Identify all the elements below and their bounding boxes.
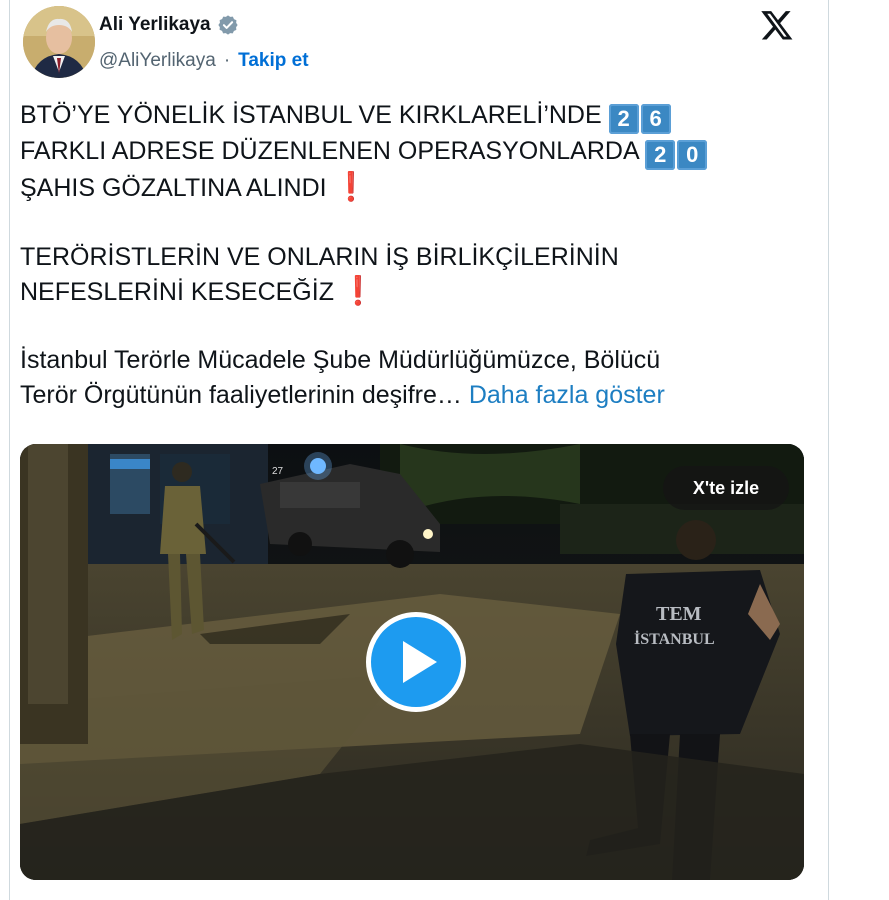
handle-row: @AliYerlikaya · Takip et	[99, 50, 309, 72]
vest-text-istanbul: İSTANBUL	[634, 629, 715, 648]
exclamation-icon: ❗	[340, 274, 376, 306]
author-name[interactable]: Ali Yerlikaya	[99, 14, 211, 36]
follow-button[interactable]: Takip et	[238, 50, 308, 72]
tweet-line-1: BTÖ’YE YÖNELİK İSTANBUL VE KIRKLARELİ’ND…	[20, 101, 602, 129]
vehicle-number: 27	[272, 466, 284, 477]
author-name-row: Ali Yerlikaya	[99, 14, 239, 36]
x-logo-icon[interactable]	[760, 8, 794, 42]
tweet-paragraph-line-2: Terör Örgütünün faaliyetlerinin deşifre…	[20, 380, 462, 409]
tweet-line-2: FARKLI ADRESE DÜZENLENEN OPERASYONLARDA	[20, 137, 639, 165]
tweet-line-4: TERÖRİSTLERİN VE ONLARIN İŞ BİRLİKÇİLERİ…	[20, 242, 619, 271]
play-icon	[403, 641, 437, 683]
separator-dot: ·	[223, 50, 231, 71]
tweet-line-5: NEFESLERİNİ KESECEĞİZ	[20, 277, 334, 306]
video-player[interactable]: 27 TEM İSTANBUL X'te izle	[20, 444, 804, 880]
play-button[interactable]	[366, 612, 466, 712]
watch-on-x-button[interactable]: X'te izle	[663, 466, 789, 510]
author-handle[interactable]: @AliYerlikaya	[99, 50, 216, 72]
tweet-paragraph-line-1: İstanbul Terörle Mücadele Şube Müdürlüğü…	[20, 346, 661, 375]
show-more-link[interactable]: Daha fazla göster	[469, 381, 665, 409]
tweet-line-3: ŞAHIS GÖZALTINA ALINDI	[20, 174, 327, 202]
keycap-digit: 2	[608, 104, 639, 134]
verified-badge-icon	[218, 15, 238, 35]
keycap-digit: 0	[677, 140, 708, 170]
vest-text-tem: TEM	[656, 603, 702, 625]
exclamation-icon: ❗	[333, 171, 369, 202]
tweet-text: BTÖ’YE YÖNELİK İSTANBUL VE KIRKLARELİ’ND…	[20, 98, 800, 412]
avatar[interactable]	[23, 6, 95, 78]
keycap-digit: 6	[640, 104, 671, 134]
keycap-digit: 2	[645, 140, 676, 170]
avatar-image	[23, 6, 95, 78]
